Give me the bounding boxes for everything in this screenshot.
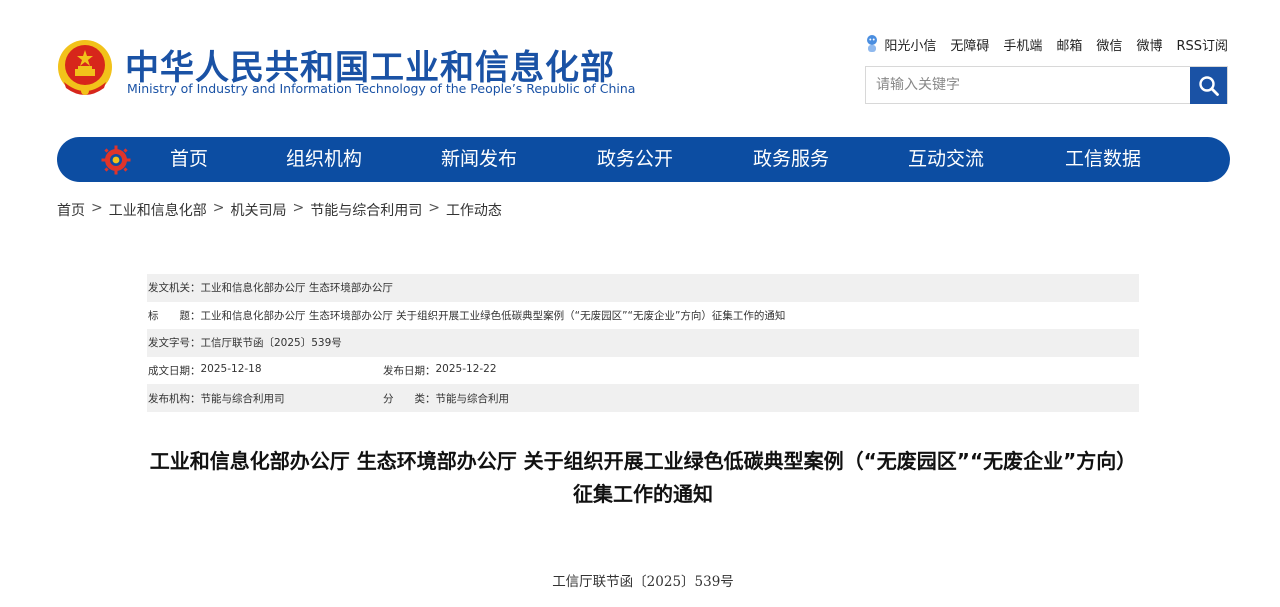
meta-row-docno: 发文字号： 工信厅联节函〔2025〕539号 xyxy=(147,329,1139,357)
search-input[interactable] xyxy=(866,67,1190,103)
meta-label: 标 题： xyxy=(148,309,201,322)
site-header: 中华人民共和国工业和信息化部 Ministry of Industry and … xyxy=(0,0,1280,130)
nav-item-interaction[interactable]: 互动交流 xyxy=(908,137,1065,182)
meta-value-docno: 工信厅联节函〔2025〕539号 xyxy=(200,337,342,350)
meta-label: 发布日期： xyxy=(383,365,436,378)
nav-items: 首页 组织机构 新闻发布 政务公开 政务服务 互动交流 工信数据 xyxy=(170,137,1165,182)
top-link-sunshine[interactable]: 阳光小信 xyxy=(864,34,936,54)
breadcrumb-ministry[interactable]: 工业和信息化部 xyxy=(109,200,207,220)
meta-label: 发文机关： xyxy=(148,282,201,295)
breadcrumb-separator: > xyxy=(428,200,440,216)
meta-label: 发文字号： xyxy=(148,337,201,350)
national-emblem-icon[interactable] xyxy=(56,38,114,98)
meta-value-written-date: 2025-12-18 xyxy=(200,363,262,376)
top-link-weibo[interactable]: 微博 xyxy=(1136,35,1162,54)
site-subtitle: Ministry of Industry and Information Tec… xyxy=(127,81,636,96)
top-link-label: 阳光小信 xyxy=(884,38,937,54)
breadcrumb: 首页 > 工业和信息化部 > 机关司局 > 节能与综合利用司 > 工作动态 xyxy=(57,200,502,220)
nav-item-services[interactable]: 政务服务 xyxy=(753,137,908,182)
nav-item-news[interactable]: 新闻发布 xyxy=(441,137,597,182)
search-button[interactable] xyxy=(1190,67,1227,104)
meta-row-dates: 成文日期： 2025-12-18 发布日期： 2025-12-22 xyxy=(147,357,1139,385)
nav-item-home[interactable]: 首页 xyxy=(170,137,286,182)
meta-value-title: 工业和信息化部办公厅 生态环境部办公厅 关于组织开展工业绿色低碳典型案例（“无废… xyxy=(200,309,786,322)
meta-value-dept: 节能与综合利用司 xyxy=(200,392,285,405)
top-link-mail[interactable]: 邮箱 xyxy=(1056,35,1082,54)
meta-label: 分 类： xyxy=(383,392,436,405)
meta-row-title: 标 题： 工业和信息化部办公厅 生态环境部办公厅 关于组织开展工业绿色低碳典型案… xyxy=(147,302,1139,330)
nav-item-organization[interactable]: 组织机构 xyxy=(286,137,441,182)
top-link-wechat[interactable]: 微信 xyxy=(1096,35,1122,54)
breadcrumb-work-news[interactable]: 工作动态 xyxy=(446,200,502,220)
mascot-icon xyxy=(867,35,878,52)
meta-label: 成文日期： xyxy=(148,365,201,378)
nav-item-data[interactable]: 工信数据 xyxy=(1065,137,1165,182)
main-nav: 首页 组织机构 新闻发布 政务公开 政务服务 互动交流 工信数据 xyxy=(57,137,1230,182)
meta-row-dept: 发布机构： 节能与综合利用司 分 类： 节能与综合利用 xyxy=(147,384,1139,412)
article-doc-number: 工信厅联节函〔2025〕539号 xyxy=(552,574,734,590)
meta-row-issuer: 发文机关： 工业和信息化部办公厅 生态环境部办公厅 xyxy=(147,274,1139,302)
meta-value-category: 节能与综合利用 xyxy=(435,392,510,405)
top-links: 阳光小信 无障碍 手机端 邮箱 微信 微博 RSS订阅 xyxy=(864,34,1228,54)
breadcrumb-separator: > xyxy=(292,200,305,216)
breadcrumb-separator: > xyxy=(91,200,103,216)
article-title: 工业和信息化部办公厅 生态环境部办公厅 关于组织开展工业绿色低碳典型案例（“无废… xyxy=(149,449,1137,506)
top-link-mobile[interactable]: 手机端 xyxy=(1003,35,1042,54)
top-link-rss[interactable]: RSS订阅 xyxy=(1176,35,1228,54)
search-icon xyxy=(1198,75,1219,96)
search-box xyxy=(865,66,1228,104)
breadcrumb-department[interactable]: 节能与综合利用司 xyxy=(310,200,422,220)
meta-label: 发布机构： xyxy=(148,392,201,405)
document-meta-table: 发文机关： 工业和信息化部办公厅 生态环境部办公厅 标 题： 工业和信息化部办公… xyxy=(147,274,1139,412)
nav-item-government-affairs[interactable]: 政务公开 xyxy=(597,137,753,182)
breadcrumb-separator: > xyxy=(212,200,225,216)
meta-value-issuer: 工业和信息化部办公厅 生态环境部办公厅 xyxy=(200,282,393,295)
top-link-accessibility[interactable]: 无障碍 xyxy=(950,35,989,54)
breadcrumb-bureaus[interactable]: 机关司局 xyxy=(230,200,286,220)
meta-value-published-date: 2025-12-22 xyxy=(435,363,497,376)
breadcrumb-home[interactable]: 首页 xyxy=(57,200,85,220)
miit-logo-icon[interactable] xyxy=(101,145,131,175)
